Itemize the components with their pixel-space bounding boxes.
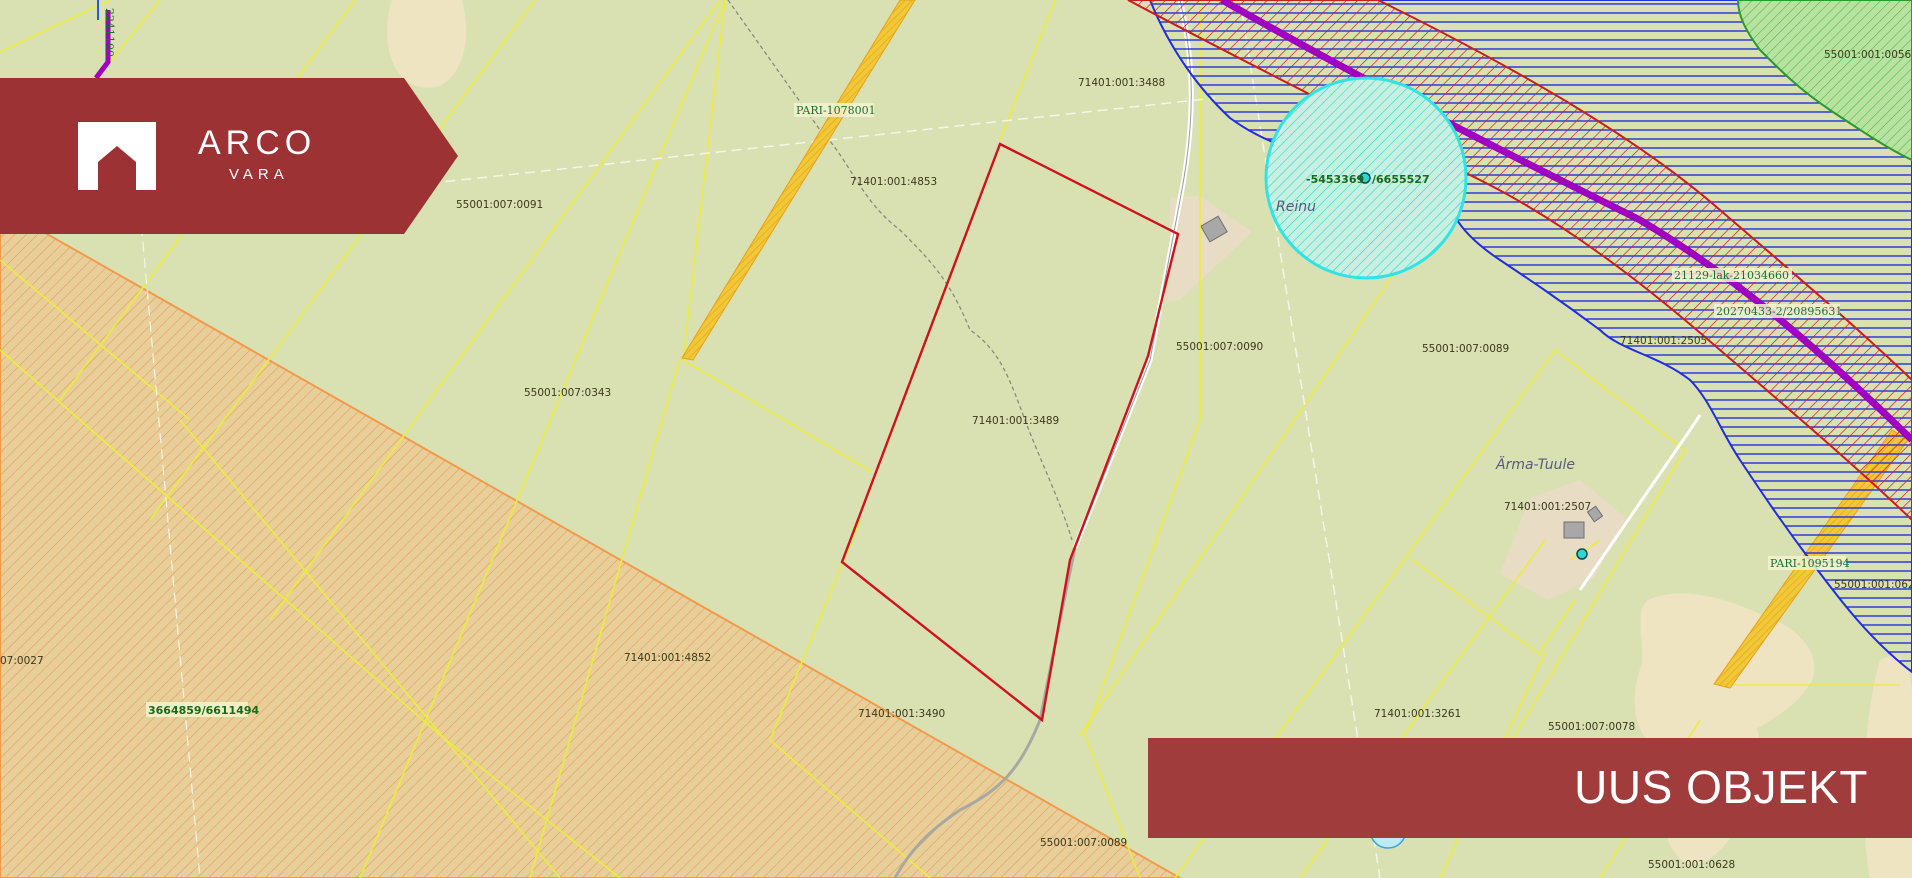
parcel-label: 71401:001:3261 [1374, 708, 1461, 720]
new-object-banner-text: UUS OBJEKT [1574, 761, 1868, 813]
place-reinu: Reinu [1276, 199, 1316, 215]
parcel-label: 55001:007:0343 [524, 387, 611, 399]
parcel-label: 55001:007:0078 [1548, 721, 1635, 733]
pari-label-right: PARI-1095194 [1770, 557, 1850, 570]
coord-label-left: 3664859/6611494 [148, 704, 260, 717]
parcel-label: 55001:001:0627 [1834, 579, 1912, 591]
parcel-label: 71401:001:3490 [858, 708, 945, 720]
parcel-label: 55001:007:0091 [456, 199, 543, 211]
parcel-label: 71401:001:2505 [1620, 335, 1707, 347]
parcel-label: 55001:007:0089 [1040, 837, 1127, 849]
parcel-label: 71401:001:2507 [1504, 501, 1591, 513]
marker-arma[interactable] [1576, 548, 1588, 560]
logo-house-icon [78, 122, 156, 190]
parcel-label: 55001:001:0628 [1648, 859, 1735, 871]
building-arma-1 [1563, 521, 1585, 539]
parcel-label: 71401:001:4853 [850, 176, 937, 188]
coord-label-top2: /6655527 [1372, 173, 1430, 186]
brand-name: ARCO [198, 124, 317, 162]
parcel-label: 55001:001:0056 [1824, 49, 1912, 61]
parcel-label: 55001:007:0089 [1422, 343, 1509, 355]
new-object-banner: UUS OBJEKT [1148, 738, 1912, 838]
parcel-label: 71401:001:3489 [972, 415, 1059, 427]
code-label-a: 21129-lak-21034660 [1674, 269, 1789, 282]
parcel-label: 71401:001:3488 [1078, 77, 1165, 89]
brand-sub: VARA [229, 166, 289, 183]
pari-label-top: PARI-1078001 [796, 104, 876, 117]
code-label-b: 20270433-2/20895631 [1716, 305, 1842, 318]
parcel-label: 55001:007:0090 [1176, 341, 1263, 353]
parcel-label: 07:0027 [0, 655, 44, 667]
place-arma-tuule: Ärma-Tuule [1495, 455, 1575, 473]
parcel-label: 71401:001:4852 [624, 652, 711, 664]
coord-label-top: -5453369 [1306, 173, 1364, 186]
road-label-top: 2241100 [103, 8, 116, 57]
